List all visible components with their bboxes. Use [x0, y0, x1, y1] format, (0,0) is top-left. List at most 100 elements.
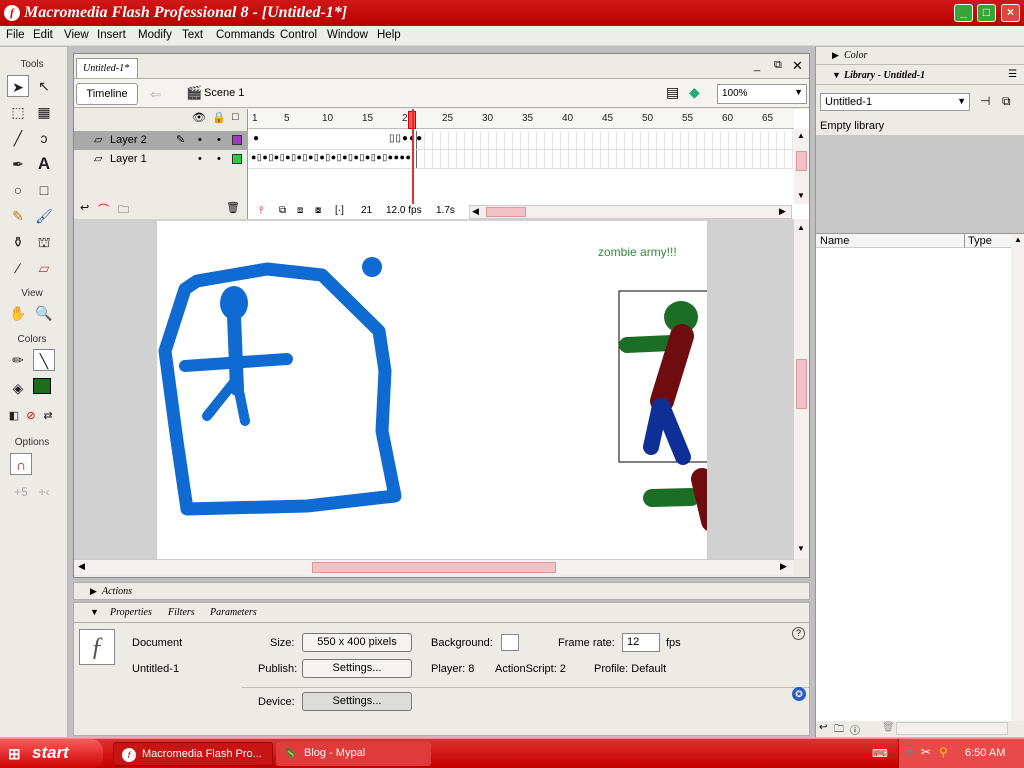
library-panel-header[interactable]: ▼ Library - Untitled-1 ☰: [816, 67, 1024, 85]
accessibility-icon[interactable]: ✪: [792, 687, 806, 701]
tray-app-icon[interactable]: ⚲: [939, 745, 948, 759]
rectangle-tool-icon[interactable]: □: [33, 179, 55, 201]
col-name[interactable]: Name: [820, 235, 849, 247]
collapse-arrow-icon[interactable]: ▼: [832, 70, 841, 80]
line-tool-icon[interactable]: ╱: [7, 127, 29, 149]
library-select[interactable]: Untitled-1 ▼: [820, 93, 970, 111]
menu-window[interactable]: Window: [327, 29, 368, 41]
menu-text[interactable]: Text: [182, 29, 203, 41]
oval-tool-icon[interactable]: ○: [7, 179, 29, 201]
back-arrow-icon[interactable]: ⇐: [150, 86, 162, 103]
stroke-color-swatch[interactable]: ╲: [33, 349, 55, 371]
magnet-icon[interactable]: ∩: [10, 453, 32, 475]
layer-row-2[interactable]: ▱ Layer 2 ✎ • •: [74, 131, 248, 150]
properties-icon[interactable]: ⓘ: [850, 722, 860, 737]
outline-icon[interactable]: □: [232, 111, 239, 123]
expand-arrow-icon[interactable]: ▶: [832, 50, 839, 61]
stage-canvas[interactable]: zombie army!!!: [157, 221, 723, 559]
library-vscroll[interactable]: ▲: [1011, 234, 1024, 722]
ink-bottle-icon[interactable]: ⚱: [7, 231, 29, 253]
zombie-arm[interactable]: [643, 488, 700, 507]
scroll-thumb[interactable]: [796, 151, 807, 171]
layer-outline-color[interactable]: [232, 135, 242, 145]
free-transform-icon[interactable]: ⬚: [7, 101, 29, 123]
layer-name[interactable]: Layer 1: [110, 153, 147, 165]
lock-dot[interactable]: •: [217, 134, 221, 146]
tab-filters[interactable]: Filters: [168, 607, 195, 618]
zombie-army-text[interactable]: zombie army!!!: [598, 245, 677, 259]
timeline-vscroll[interactable]: ▲ ▼: [794, 129, 809, 204]
edit-scene-icon[interactable]: ▤: [666, 84, 679, 101]
lasso-tool-icon[interactable]: ↄ: [33, 127, 55, 149]
network-icon[interactable]: ⛨: [905, 745, 914, 760]
stick-figure-leg[interactable]: [202, 376, 240, 421]
doc-minimize-icon[interactable]: _: [754, 60, 760, 72]
doc-close-icon[interactable]: ✕: [792, 58, 803, 74]
delete-layer-icon[interactable]: 🗑: [226, 201, 240, 214]
scroll-right-icon[interactable]: ▶: [779, 206, 786, 217]
menu-view[interactable]: View: [64, 29, 89, 41]
scroll-down-icon[interactable]: ▼: [797, 544, 805, 553]
library-list[interactable]: Name Type ▲: [816, 233, 1024, 722]
onion-markers-icon[interactable]: [·]: [335, 205, 344, 216]
zombie-arm[interactable]: [619, 335, 680, 353]
menu-insert[interactable]: Insert: [97, 29, 126, 41]
edit-multiple-icon[interactable]: ⧇: [315, 205, 321, 216]
fill-color-swatch[interactable]: [33, 378, 51, 394]
layer-name[interactable]: Layer 2: [110, 134, 147, 146]
gradient-transform-icon[interactable]: ▦: [33, 101, 55, 123]
menu-edit[interactable]: Edit: [33, 29, 53, 41]
document-tab[interactable]: Untitled-1*: [76, 58, 138, 78]
hand-tool-icon[interactable]: ✋: [7, 302, 29, 324]
pen-tool-icon[interactable]: ✒: [7, 153, 29, 175]
flash-app-icon[interactable]: f: [4, 5, 20, 21]
text-tool-icon[interactable]: A: [33, 153, 55, 175]
chevron-down-icon[interactable]: ▼: [794, 87, 803, 97]
stick-figure-arms[interactable]: [179, 353, 293, 372]
collapse-arrow-icon[interactable]: ▼: [90, 607, 99, 617]
publish-settings-button[interactable]: Settings...: [302, 659, 412, 678]
scroll-right-icon[interactable]: ▶: [780, 561, 787, 572]
eye-icon[interactable]: 👁: [192, 111, 206, 124]
scroll-up-icon[interactable]: ▲: [1014, 235, 1022, 244]
color-panel-header[interactable]: ▶ Color: [816, 47, 1024, 65]
eyedropper-icon[interactable]: ⁄: [7, 257, 29, 279]
subselection-tool-icon[interactable]: ↖: [33, 75, 55, 97]
device-settings-button[interactable]: Settings...: [302, 692, 412, 711]
playhead[interactable]: [412, 109, 414, 204]
layer-row-1[interactable]: ▱ Layer 1 • •: [74, 150, 248, 169]
delete-icon[interactable]: 🗑: [882, 722, 895, 733]
swap-colors-icon[interactable]: ⇄: [37, 405, 59, 427]
scroll-down-icon[interactable]: ▼: [797, 191, 805, 200]
keyframe-sequence[interactable]: ●▯●▯●▯●▯●▯●▯●▯●▯●▯●▯●▯●▯●●●●: [251, 152, 411, 163]
scroll-left-icon[interactable]: ◀: [78, 561, 85, 572]
tray-tool-icon[interactable]: ✂: [921, 745, 931, 759]
library-hscroll[interactable]: [896, 722, 1008, 735]
minimize-button[interactable]: _: [954, 4, 973, 22]
zoom-select[interactable]: 100% ▼: [717, 84, 807, 104]
keyframe-dot[interactable]: ●: [253, 133, 259, 144]
paint-bucket-icon[interactable]: ⛫: [33, 231, 55, 253]
new-folder-icon[interactable]: 🗀: [834, 722, 844, 739]
pin-library-icon[interactable]: ⊣: [980, 94, 990, 108]
tab-parameters[interactable]: Parameters: [210, 607, 257, 618]
frame-grid[interactable]: 1 5 10 15 20 25 30 35 40 45 50 55 60 65 …: [249, 109, 794, 204]
stage-hscroll[interactable]: ◀ ▶: [74, 559, 794, 575]
menu-modify[interactable]: Modify: [138, 29, 172, 41]
insert-layer-icon[interactable]: ↩: [80, 201, 89, 214]
background-color-swatch[interactable]: [501, 634, 519, 651]
keyframe-dot[interactable]: ▯▯●●●: [389, 133, 423, 144]
menu-commands[interactable]: Commands: [216, 29, 275, 41]
menu-file[interactable]: File: [6, 29, 25, 41]
onion-outline-icon[interactable]: ⧈: [297, 205, 303, 216]
size-button[interactable]: 550 x 400 pixels: [302, 633, 412, 652]
scroll-left-icon[interactable]: ◀: [472, 206, 479, 217]
actions-panel-header[interactable]: ▶ Actions: [73, 582, 810, 600]
frame-row-layer-2[interactable]: ● ▯▯●●●: [249, 131, 794, 150]
taskbar-item-blog[interactable]: 🦎 Blog - Mypal: [276, 742, 431, 766]
visible-dot[interactable]: •: [198, 134, 202, 146]
zombie-leg[interactable]: [654, 398, 691, 465]
arrow-tool-icon[interactable]: ➤: [7, 75, 29, 97]
smooth-icon[interactable]: +5: [10, 481, 32, 503]
maximize-button[interactable]: □: [977, 4, 996, 22]
